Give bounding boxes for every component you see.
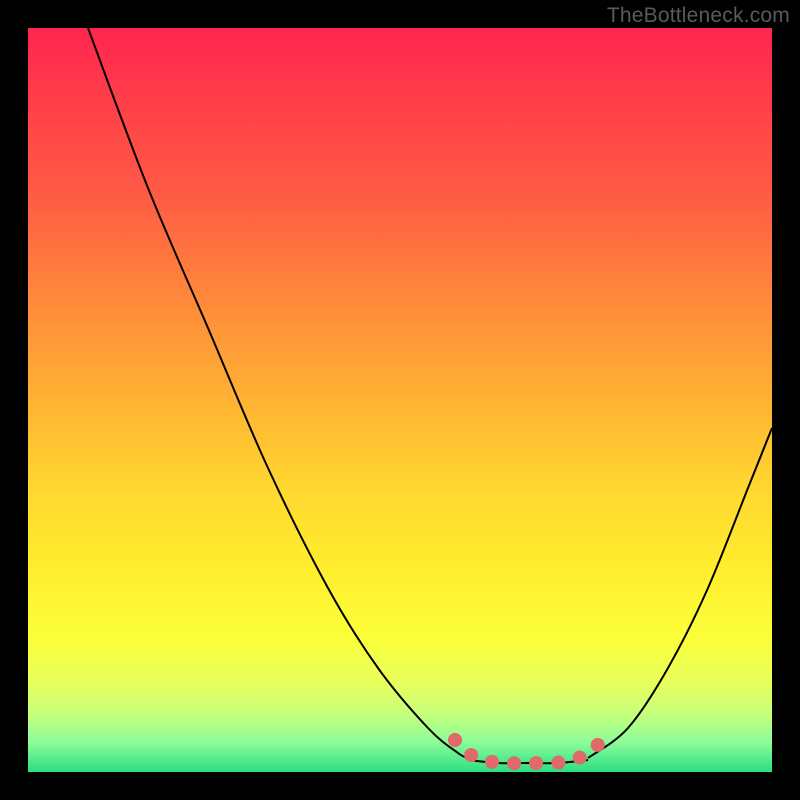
left-branch-curve xyxy=(88,28,468,758)
plot-area xyxy=(28,28,772,772)
dotted-overlay xyxy=(455,740,603,763)
chart-frame: TheBottleneck.com xyxy=(0,0,800,800)
right-branch-curve xyxy=(588,428,772,758)
watermark-text: TheBottleneck.com xyxy=(607,4,790,28)
curve-layer xyxy=(28,28,772,772)
